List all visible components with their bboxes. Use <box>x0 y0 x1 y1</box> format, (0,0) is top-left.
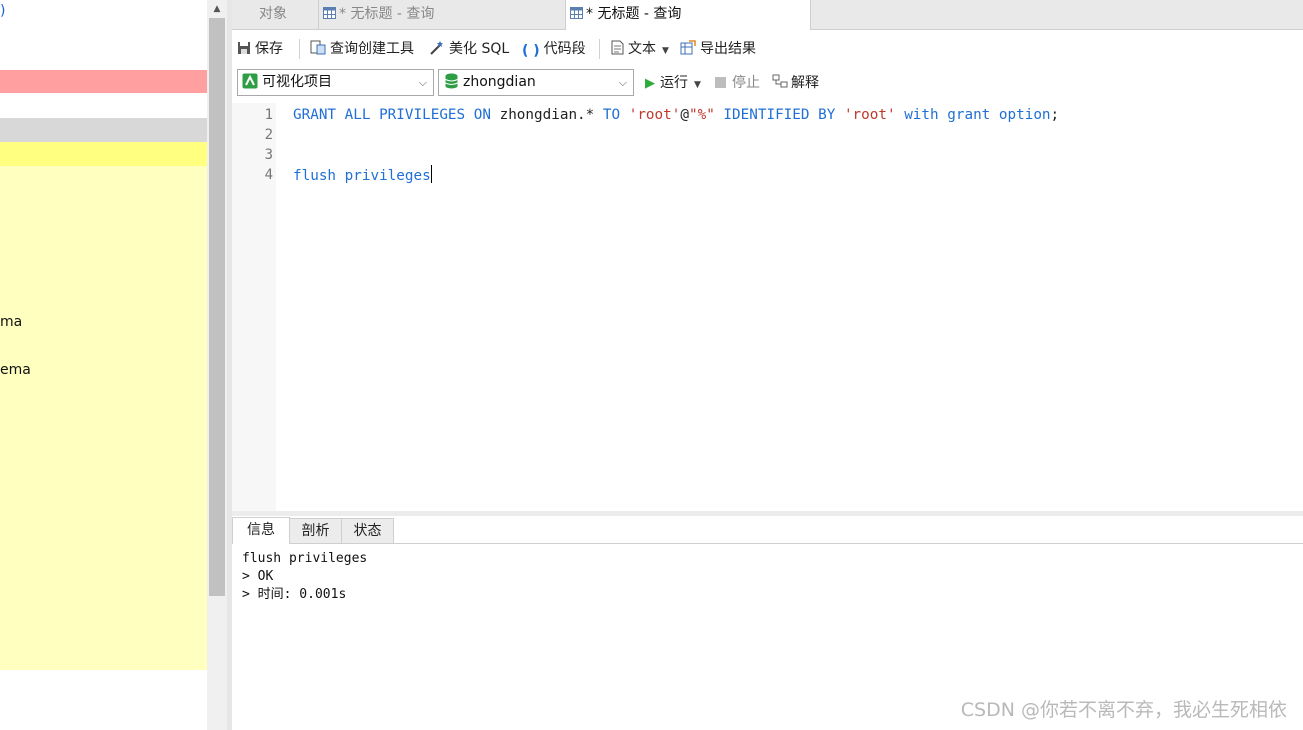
run-play-icon: ▶ <box>645 76 655 91</box>
query-table-icon <box>323 7 336 19</box>
dropdown-arrow-icon: ▼ <box>694 80 701 90</box>
line-number-gutter: 1 2 3 4 <box>232 103 276 511</box>
line-number: 4 <box>264 167 273 183</box>
query-window: 对象 * 无标题 - 查询 * 无标题 - 查询 保存 查询创建工具 美化 SQ… <box>232 0 1303 730</box>
tab-profile[interactable]: 剖析 <box>289 518 342 543</box>
connection-icon <box>242 73 258 89</box>
tree-item-schema-2[interactable]: ema <box>0 362 31 378</box>
connection-select[interactable]: 可视化项目 ⌵ <box>237 69 434 96</box>
text-mode-dropdown[interactable]: 文本 ▼ <box>611 36 669 62</box>
chevron-down-icon: ⌵ <box>418 76 427 89</box>
left-panel-scrollbar[interactable]: ▲ <box>207 0 227 730</box>
toolbar-divider <box>299 39 300 59</box>
tab-objects[interactable]: 对象 <box>232 0 319 29</box>
stop-square-icon <box>715 77 726 88</box>
save-icon <box>238 42 250 54</box>
stop-button[interactable]: 停止 <box>715 68 760 98</box>
code-snippet-label: 代码段 <box>543 41 586 57</box>
tab-query-untitled-2-label: * 无标题 - 查询 <box>586 6 682 22</box>
tab-query-untitled-1-label: * 无标题 - 查询 <box>339 6 435 22</box>
database-select[interactable]: zhongdian ⌵ <box>438 69 634 96</box>
beautify-wand-icon <box>430 41 443 55</box>
result-tab-bar: 信息 剖析 状态 <box>232 516 1303 544</box>
export-results-button[interactable]: 导出结果 <box>680 36 756 62</box>
explain-icon <box>772 74 788 88</box>
sql-editor[interactable]: 1 2 3 4 GRANT ALL PRIVILEGES ON zhongdia… <box>232 103 1303 511</box>
code-line-4[interactable]: flush privileges <box>293 165 432 185</box>
output-line: > 时间: 0.001s <box>242 587 347 602</box>
chevron-down-icon: ⌵ <box>618 76 627 89</box>
line-number: 3 <box>264 147 273 163</box>
query-toolbar: 保存 查询创建工具 美化 SQL ( ) 代码段 文本 ▼ 导出结果 <box>232 36 1303 62</box>
query-builder-label: 查询创建工具 <box>330 41 414 57</box>
explain-label: 解释 <box>791 75 819 91</box>
code-snippet-button[interactable]: ( ) 代码段 <box>522 36 586 62</box>
save-label: 保存 <box>255 41 283 57</box>
run-button[interactable]: ▶ 运行 ▼ <box>645 68 701 98</box>
scroll-up-arrow-icon[interactable]: ▲ <box>207 0 227 18</box>
toolbar-divider <box>599 39 600 59</box>
tab-status[interactable]: 状态 <box>341 518 394 543</box>
beautify-sql-label: 美化 SQL <box>449 41 510 57</box>
query-table-icon <box>570 7 583 19</box>
message-output: flush privileges > OK > 时间: 0.001s <box>242 550 367 604</box>
output-line: > OK <box>242 569 274 584</box>
dropdown-arrow-icon: ▼ <box>662 46 669 56</box>
run-label: 运行 <box>660 75 688 91</box>
tab-info[interactable]: 信息 <box>232 517 290 544</box>
tree-item-schema-1[interactable]: ma <box>0 314 22 330</box>
text-cursor <box>430 165 432 183</box>
line-number: 2 <box>264 127 273 143</box>
line-number: 1 <box>264 107 273 123</box>
tab-objects-label: 对象 <box>259 6 287 22</box>
tree-row-header[interactable] <box>0 118 207 142</box>
tree-row-highlight[interactable] <box>0 142 207 166</box>
database-icon <box>445 73 458 89</box>
beautify-sql-button[interactable]: 美化 SQL <box>429 36 509 62</box>
text-document-icon <box>611 40 624 55</box>
text-mode-label: 文本 <box>628 41 656 57</box>
object-tree-panel: ) ma ema <box>0 0 207 730</box>
query-builder-icon <box>310 40 326 55</box>
save-button[interactable]: 保存 <box>237 36 283 62</box>
explain-button[interactable]: 解释 <box>772 68 819 98</box>
export-results-icon <box>680 40 696 55</box>
tree-node-icon: ) <box>0 3 6 19</box>
snippet-parentheses-icon: ( ) <box>522 43 540 59</box>
tab-query-untitled-1[interactable]: * 无标题 - 查询 <box>319 0 566 29</box>
tree-yellow-area <box>0 166 207 670</box>
database-select-value: zhongdian <box>463 74 536 90</box>
connection-select-value: 可视化项目 <box>262 74 332 90</box>
tab-query-untitled-2[interactable]: * 无标题 - 查询 <box>565 0 811 30</box>
watermark-text: CSDN @你若不离不弃，我必生死相依 <box>960 699 1287 721</box>
tab-bar: 对象 * 无标题 - 查询 * 无标题 - 查询 <box>232 0 1303 30</box>
connection-bar: 可视化项目 ⌵ zhongdian ⌵ ▶ 运行 ▼ 停止 解释 <box>232 68 1303 98</box>
scrollbar-thumb[interactable] <box>209 18 225 596</box>
stop-label: 停止 <box>732 75 760 91</box>
tree-row-selected-pink[interactable] <box>0 70 207 93</box>
query-builder-button[interactable]: 查询创建工具 <box>310 36 414 62</box>
export-results-label: 导出结果 <box>700 41 756 57</box>
code-line-1[interactable]: GRANT ALL PRIVILEGES ON zhongdian.* TO '… <box>293 105 1059 125</box>
output-line: flush privileges <box>242 551 368 566</box>
